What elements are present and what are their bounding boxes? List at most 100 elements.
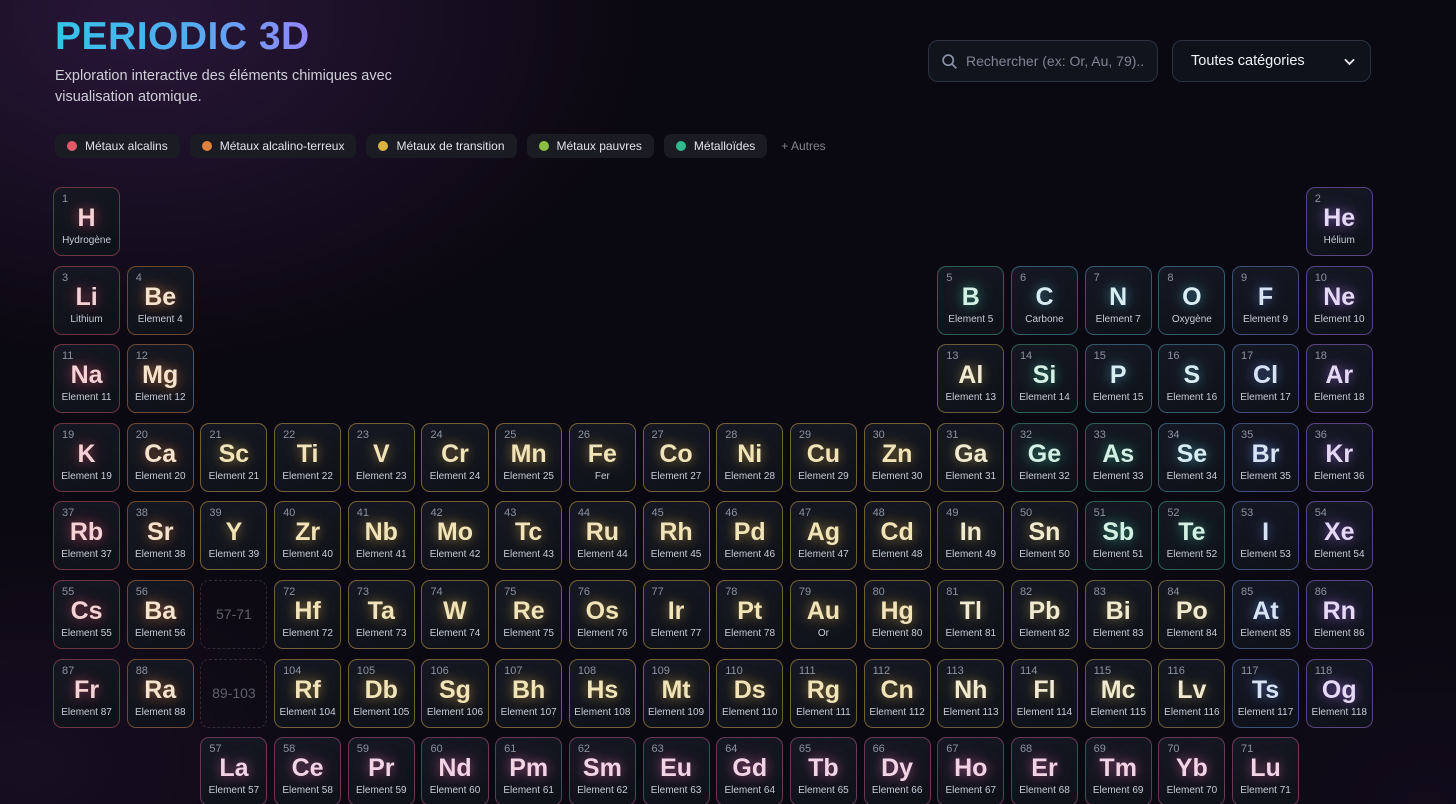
element-cell-In[interactable]: 49 In Element 49 [937,501,1005,571]
element-cell-Cr[interactable]: 24 Cr Element 24 [421,422,489,492]
legend-chip-4[interactable]: Métalloïdes [663,134,768,158]
element-cell-Ar[interactable]: 18 Ar Element 18 [1305,344,1373,414]
element-cell-Co[interactable]: 27 Co Element 27 [642,422,710,492]
element-cell-Te[interactable]: 52 Te Element 52 [1158,501,1226,571]
element-cell-I[interactable]: 53 I Element 53 [1232,501,1300,571]
element-cell-Nb[interactable]: 41 Nb Element 41 [347,501,415,571]
element-cell-Li[interactable]: 3 Li Lithium [53,265,121,335]
element-cell-V[interactable]: 23 V Element 23 [347,422,415,492]
element-cell-Tm[interactable]: 69 Tm Element 69 [1084,737,1152,804]
element-cell-Ta[interactable]: 73 Ta Element 73 [347,579,415,649]
element-cell-Po[interactable]: 84 Po Element 84 [1158,579,1226,649]
element-cell-Se[interactable]: 34 Se Element 34 [1158,422,1226,492]
element-cell-Xe[interactable]: 54 Xe Element 54 [1305,501,1373,571]
element-cell-Si[interactable]: 14 Si Element 14 [1010,344,1079,414]
element-cell-La[interactable]: 57 La Element 57 [200,737,268,804]
element-cell-Br[interactable]: 35 Br Element 35 [1232,422,1300,492]
series-placeholder-57-71[interactable]: 57-71 [200,579,268,649]
element-cell-Na[interactable]: 11 Na Element 11 [53,344,121,414]
element-cell-Ba[interactable]: 56 Ba Element 56 [126,579,194,649]
element-cell-Sn[interactable]: 50 Sn Element 50 [1010,501,1079,571]
element-cell-Pr[interactable]: 59 Pr Element 59 [347,737,415,804]
element-cell-Cd[interactable]: 48 Cd Element 48 [863,501,931,571]
legend-chip-0[interactable]: Métaux alcalins [55,134,180,158]
legend-more-label[interactable]: + Autres [781,139,825,153]
element-cell-Sm[interactable]: 62 Sm Element 62 [568,737,636,804]
element-cell-Sc[interactable]: 21 Sc Element 21 [200,422,268,492]
element-cell-Zn[interactable]: 30 Zn Element 30 [863,422,931,492]
element-cell-Sb[interactable]: 51 Sb Element 51 [1084,501,1152,571]
element-cell-Dy[interactable]: 66 Dy Element 66 [863,737,931,804]
element-cell-Tc[interactable]: 43 Tc Element 43 [495,501,563,571]
element-cell-C[interactable]: 6 C Carbone [1010,265,1079,335]
element-cell-Mn[interactable]: 25 Mn Element 25 [495,422,563,492]
element-cell-Rf[interactable]: 104 Rf Element 104 [274,658,342,728]
element-cell-Rh[interactable]: 45 Rh Element 45 [642,501,710,571]
element-cell-Pb[interactable]: 82 Pb Element 82 [1010,579,1079,649]
element-cell-F[interactable]: 9 F Element 9 [1232,265,1300,335]
element-cell-Fe[interactable]: 26 Fe Fer [568,422,636,492]
element-cell-Ni[interactable]: 28 Ni Element 28 [716,422,784,492]
element-cell-Ru[interactable]: 44 Ru Element 44 [568,501,636,571]
element-cell-As[interactable]: 33 As Element 33 [1084,422,1152,492]
element-cell-Lu[interactable]: 71 Lu Element 71 [1232,737,1300,804]
element-cell-Re[interactable]: 75 Re Element 75 [495,579,563,649]
element-cell-Yb[interactable]: 70 Yb Element 70 [1158,737,1226,804]
element-cell-Db[interactable]: 105 Db Element 105 [347,658,415,728]
element-cell-Rg[interactable]: 111 Rg Element 111 [789,658,857,728]
element-cell-Fr[interactable]: 87 Fr Element 87 [53,658,121,728]
element-cell-Ra[interactable]: 88 Ra Element 88 [126,658,194,728]
element-cell-Be[interactable]: 4 Be Element 4 [126,265,194,335]
element-cell-Ne[interactable]: 10 Ne Element 10 [1305,265,1373,335]
element-cell-P[interactable]: 15 P Element 15 [1084,344,1152,414]
category-select[interactable]: Toutes catégories [1172,40,1371,82]
element-cell-O[interactable]: 8 O Oxygène [1158,265,1226,335]
element-cell-Ag[interactable]: 47 Ag Element 47 [789,501,857,571]
element-cell-Mo[interactable]: 42 Mo Element 42 [421,501,489,571]
element-cell-Cu[interactable]: 29 Cu Element 29 [789,422,857,492]
element-cell-W[interactable]: 74 W Element 74 [421,579,489,649]
element-cell-Rn[interactable]: 86 Rn Element 86 [1305,579,1373,649]
element-cell-He[interactable]: 2 He Hélium [1305,187,1373,256]
element-cell-Mc[interactable]: 115 Mc Element 115 [1084,658,1152,728]
element-cell-Ga[interactable]: 31 Ga Element 31 [937,422,1005,492]
element-cell-Hg[interactable]: 80 Hg Element 80 [863,579,931,649]
element-cell-Og[interactable]: 118 Og Element 118 [1305,658,1373,728]
element-cell-Mt[interactable]: 109 Mt Element 109 [642,658,710,728]
element-cell-Bi[interactable]: 83 Bi Element 83 [1084,579,1152,649]
element-cell-Pt[interactable]: 78 Pt Element 78 [716,579,784,649]
element-cell-Hf[interactable]: 72 Hf Element 72 [274,579,342,649]
element-cell-Sg[interactable]: 106 Sg Element 106 [421,658,489,728]
series-placeholder-89-103[interactable]: 89-103 [200,658,268,728]
element-cell-Cn[interactable]: 112 Cn Element 112 [863,658,931,728]
element-cell-Ca[interactable]: 20 Ca Element 20 [126,422,194,492]
element-cell-Cs[interactable]: 55 Cs Element 55 [53,579,121,649]
element-cell-Al[interactable]: 13 Al Element 13 [937,344,1005,414]
element-cell-Nh[interactable]: 113 Nh Element 113 [937,658,1005,728]
element-cell-Os[interactable]: 76 Os Element 76 [568,579,636,649]
element-cell-Ge[interactable]: 32 Ge Element 32 [1010,422,1079,492]
element-cell-Ds[interactable]: 110 Ds Element 110 [716,658,784,728]
element-cell-Ce[interactable]: 58 Ce Element 58 [274,737,342,804]
element-cell-Ti[interactable]: 22 Ti Element 22 [274,422,342,492]
legend-chip-2[interactable]: Métaux de transition [366,134,517,158]
element-cell-Tb[interactable]: 65 Tb Element 65 [789,737,857,804]
element-cell-Ts[interactable]: 117 Ts Element 117 [1232,658,1300,728]
element-cell-Y[interactable]: 39 Y Element 39 [200,501,268,571]
element-cell-K[interactable]: 19 K Element 19 [53,422,121,492]
element-cell-Mg[interactable]: 12 Mg Element 12 [126,344,194,414]
element-cell-Nd[interactable]: 60 Nd Element 60 [421,737,489,804]
element-cell-Hs[interactable]: 108 Hs Element 108 [568,658,636,728]
element-cell-Cl[interactable]: 17 Cl Element 17 [1232,344,1300,414]
element-cell-Fl[interactable]: 114 Fl Element 114 [1010,658,1079,728]
element-cell-Bh[interactable]: 107 Bh Element 107 [495,658,563,728]
element-cell-Tl[interactable]: 81 Tl Element 81 [937,579,1005,649]
legend-chip-3[interactable]: Métaux pauvres [526,134,654,158]
element-cell-Ho[interactable]: 67 Ho Element 67 [937,737,1005,804]
element-cell-Eu[interactable]: 63 Eu Element 63 [642,737,710,804]
element-cell-S[interactable]: 16 S Element 16 [1158,344,1226,414]
element-cell-B[interactable]: 5 B Element 5 [937,265,1005,335]
element-cell-Lv[interactable]: 116 Lv Element 116 [1158,658,1226,728]
search-input[interactable] [966,53,1145,69]
legend-chip-1[interactable]: Métaux alcalino-terreux [189,134,357,158]
